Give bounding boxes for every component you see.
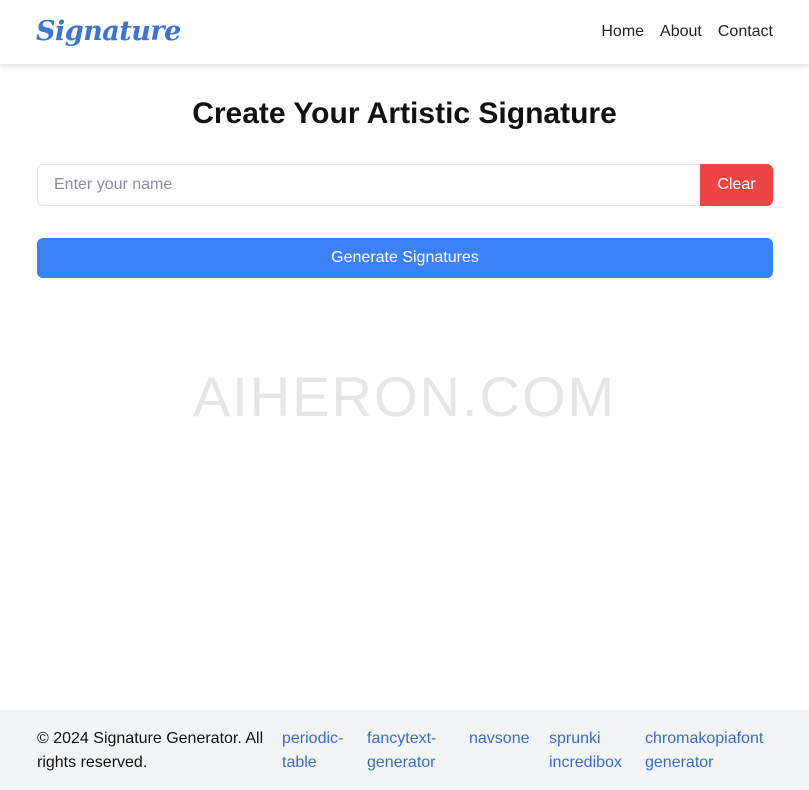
- page-title: Create Your Artistic Signature: [192, 97, 617, 130]
- generate-signatures-button[interactable]: Generate Signatures: [37, 238, 773, 278]
- site-logo[interactable]: Signature: [36, 14, 181, 50]
- footer-links: periodic-table fancytext-generator navso…: [282, 727, 775, 775]
- clear-button[interactable]: Clear: [700, 164, 773, 206]
- name-input-row: Clear: [37, 164, 773, 206]
- nav-contact-link[interactable]: Contact: [718, 20, 773, 44]
- site-footer: © 2024 Signature Generator. All rights r…: [0, 710, 809, 790]
- name-input[interactable]: [37, 164, 700, 206]
- site-header: Signature Home About Contact: [0, 0, 809, 65]
- footer-link-sprunki-incredibox[interactable]: sprunki incredibox: [549, 727, 631, 775]
- copyright-text: © 2024 Signature Generator. All rights r…: [37, 730, 264, 771]
- watermark: AIHERON.COM: [192, 365, 617, 428]
- main-nav: Home About Contact: [601, 20, 773, 44]
- footer-link-chromakopiafont-generator[interactable]: chromakopiafont generator: [645, 727, 775, 775]
- footer-link-periodic-table[interactable]: periodic-table: [282, 727, 352, 775]
- nav-about-link[interactable]: About: [660, 20, 702, 44]
- footer-link-navsone[interactable]: navsone: [469, 727, 539, 775]
- footer-link-fancytext-generator[interactable]: fancytext-generator: [367, 727, 447, 775]
- nav-home-link[interactable]: Home: [601, 20, 644, 44]
